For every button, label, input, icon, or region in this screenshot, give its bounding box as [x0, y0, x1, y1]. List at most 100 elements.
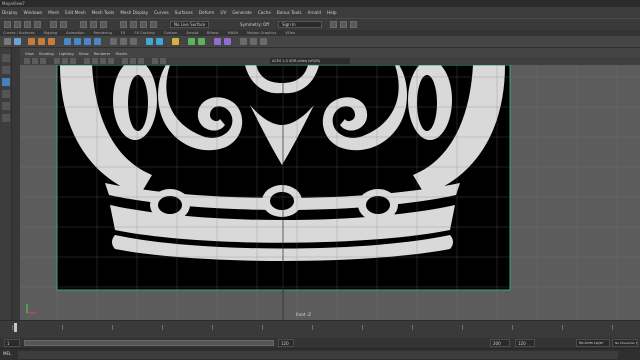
snap-curve-icon[interactable]: [130, 21, 137, 28]
new-scene-icon[interactable]: [14, 21, 21, 28]
sign-in-button[interactable]: Sign In: [278, 21, 322, 28]
menu-set-icon[interactable]: [4, 21, 11, 28]
menu-bonus-tools[interactable]: Bonus Tools: [277, 10, 302, 15]
toolbox-move-icon[interactable]: [2, 90, 10, 98]
command-input[interactable]: [18, 351, 618, 359]
range-slider: 1 120 200 120 No Anim Layer No Character…: [0, 338, 640, 348]
select-tool-icon[interactable]: [4, 38, 11, 45]
menu-curves[interactable]: Curves: [154, 10, 169, 15]
anim-layer-select[interactable]: No Anim Layer: [576, 339, 610, 347]
cube-icon[interactable]: [64, 38, 71, 45]
window-title: MayaView7: [2, 1, 25, 6]
toolbox-lasso-icon[interactable]: [2, 66, 10, 74]
film-gate-icon[interactable]: [62, 58, 68, 64]
camera-attributes-icon[interactable]: [24, 58, 30, 64]
scale-tool-icon[interactable]: [48, 38, 55, 45]
lasso-tool-icon[interactable]: [14, 38, 21, 45]
menu-uv[interactable]: UV: [220, 10, 226, 15]
extrude-icon[interactable]: [110, 38, 117, 45]
attribute-editor-icon[interactable]: [260, 38, 267, 45]
toolbox-rotate-icon[interactable]: [2, 102, 10, 110]
keyframe-icon[interactable]: [172, 38, 179, 45]
rotate-tool-icon[interactable]: [38, 38, 45, 45]
image-plane-icon[interactable]: [40, 58, 46, 64]
ipr-render-icon[interactable]: [340, 21, 347, 28]
smooth-shade-icon[interactable]: [92, 58, 98, 64]
menu-arnold[interactable]: Arnold: [307, 10, 321, 15]
plane-icon[interactable]: [94, 38, 101, 45]
menu-display[interactable]: Display: [2, 10, 17, 15]
camera-name-label: front -Z: [296, 312, 311, 317]
select-component-icon[interactable]: [100, 21, 107, 28]
range-slider-bar[interactable]: [24, 340, 274, 346]
anti-aliasing-icon[interactable]: [138, 58, 144, 64]
live-surface-field[interactable]: No Live Surface: [170, 21, 210, 28]
grid-toggle-icon[interactable]: [54, 58, 60, 64]
main-menu-bar: Display Windows Mesh Edit Mesh Mesh Tool…: [0, 7, 640, 18]
symmetry-label[interactable]: Symmetry: Off: [240, 22, 269, 27]
layout-gutter: [12, 48, 20, 320]
outliner-icon[interactable]: [224, 38, 231, 45]
textured-icon[interactable]: [100, 58, 106, 64]
menu-edit-mesh[interactable]: Edit Mesh: [65, 10, 85, 15]
snap-point-icon[interactable]: [140, 21, 147, 28]
menu-generate[interactable]: Generate: [232, 10, 252, 15]
wireframe-icon[interactable]: [84, 58, 90, 64]
bookmarks-icon[interactable]: [32, 58, 38, 64]
render-view-icon[interactable]: [188, 38, 195, 45]
range-end-field[interactable]: 120: [278, 339, 294, 347]
range-start-field[interactable]: 1: [4, 339, 20, 347]
axis-gizmo-icon: [26, 304, 36, 314]
toolbox-select-icon[interactable]: [2, 54, 10, 62]
snap-grid-icon[interactable]: [120, 21, 127, 28]
graph-editor-icon[interactable]: [240, 38, 247, 45]
render-settings-icon[interactable]: [350, 21, 357, 28]
bevel-icon[interactable]: [120, 38, 127, 45]
resolution-gate-icon[interactable]: [70, 58, 76, 64]
select-object-icon[interactable]: [90, 21, 97, 28]
menu-windows[interactable]: Windows: [23, 10, 42, 15]
open-scene-icon[interactable]: [24, 21, 31, 28]
uv-editor-icon[interactable]: [214, 38, 221, 45]
undo-icon[interactable]: [50, 21, 57, 28]
time-slider[interactable]: [0, 320, 640, 338]
viewport-canvas[interactable]: [20, 65, 640, 320]
camera-icon[interactable]: [146, 38, 153, 45]
menu-deform[interactable]: Deform: [199, 10, 215, 15]
light-icon[interactable]: [156, 38, 163, 45]
range-playback-end-field[interactable]: 120: [515, 339, 535, 347]
character-set-select[interactable]: No Character Set: [612, 339, 638, 347]
command-language-label[interactable]: MEL: [3, 351, 11, 356]
menu-mesh-display[interactable]: Mesh Display: [120, 10, 148, 15]
toolbox-scale-icon[interactable]: [2, 114, 10, 122]
select-hierarchy-icon[interactable]: [80, 21, 87, 28]
xray-icon[interactable]: [160, 58, 166, 64]
lights-icon[interactable]: [108, 58, 114, 64]
move-tool-icon[interactable]: [28, 38, 35, 45]
hypershade-icon[interactable]: [198, 38, 205, 45]
shelf: [0, 36, 640, 48]
color-space-field[interactable]: ACES 1.0 SDR-video (sRGB): [270, 58, 350, 64]
cylinder-icon[interactable]: [84, 38, 91, 45]
panel-toolbar: ACES 1.0 SDR-video (sRGB): [20, 57, 640, 65]
menu-surfaces[interactable]: Surfaces: [175, 10, 193, 15]
snap-view-icon[interactable]: [150, 21, 157, 28]
current-time-indicator[interactable]: [14, 323, 17, 332]
toolbox: [0, 48, 12, 320]
sphere-icon[interactable]: [74, 38, 81, 45]
save-scene-icon[interactable]: [34, 21, 41, 28]
isolate-select-icon[interactable]: [152, 58, 158, 64]
ambient-occlusion-icon[interactable]: [130, 58, 136, 64]
menu-mesh-tools[interactable]: Mesh Tools: [92, 10, 115, 15]
menu-help[interactable]: Help: [327, 10, 337, 15]
range-total-field[interactable]: 200: [490, 339, 510, 347]
bridge-icon[interactable]: [130, 38, 137, 45]
redo-icon[interactable]: [60, 21, 67, 28]
toolbox-paint-icon[interactable]: [2, 78, 10, 86]
shadows-icon[interactable]: [122, 58, 128, 64]
menu-cache[interactable]: Cache: [258, 10, 271, 15]
render-icon[interactable]: [330, 21, 337, 28]
viewport-panel[interactable]: [20, 65, 640, 320]
menu-mesh[interactable]: Mesh: [48, 10, 59, 15]
node-editor-icon[interactable]: [250, 38, 257, 45]
